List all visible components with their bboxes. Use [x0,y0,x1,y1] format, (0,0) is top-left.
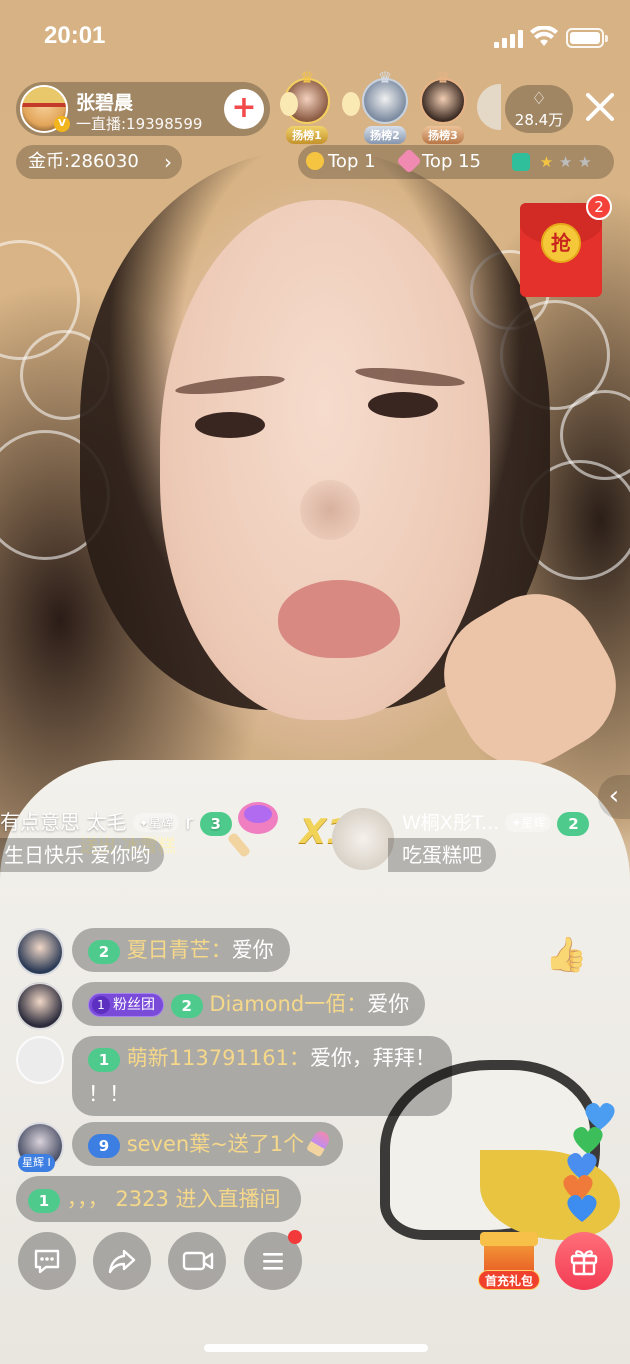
chat-button[interactable] [18,1232,76,1290]
ranking-tags-pill[interactable]: Top 1 Top 15 ★ ★ ★ [298,145,614,179]
star-badge: ✦星辉 [505,813,552,832]
enter-room-notice: 1 ，，， 2323 进入直播间 [16,1176,301,1222]
avatar[interactable] [16,1036,64,1084]
crown-icon: ♛ [299,68,315,87]
chat-bubble: 2 夏日青芒：爱你 [72,928,290,972]
chat-text-line2: ！！ [88,1082,130,1106]
level-badge: 2 [170,994,203,1018]
battery-icon [566,28,608,48]
entering-username[interactable]: ，，， 2323 [67,1187,169,1211]
menu-icon [263,1253,283,1270]
tag-top15[interactable]: Top 15 [396,145,482,179]
fan-club-badge: 1 粉丝团 [88,993,164,1017]
gift-message-right: 吃蛋糕吧 [388,838,496,872]
star-empty-icon: ★ [558,153,573,171]
tag-level-stars[interactable]: ★ ★ ★ [512,145,592,180]
chevron-right-icon: › [164,150,172,174]
chat-bubble: 1 粉丝团 2 Diamond一佰：爱你 [72,982,426,1026]
crown-icon: ♛ [377,68,393,87]
avatar[interactable] [16,928,64,976]
host-id: 一直播:19398599 [76,115,203,133]
verified-badge-icon: V [54,116,70,132]
gift-sender-name: W桐X彤T... [402,812,500,834]
wifi-icon [530,26,558,46]
plus-icon: + [231,90,257,125]
thumbs-up-icon: 👍 [545,935,588,975]
gift-message-left: 生日快乐 爱你哟 [0,838,165,872]
like-animation [560,1100,620,1222]
gift-icon [570,1250,598,1276]
heat-value: 28.4万 [514,111,564,129]
red-packet-count: 2 [586,194,612,220]
status-time: 20:01 [44,22,106,49]
heart-icon [567,1194,597,1222]
follow-button[interactable]: + [224,89,264,129]
gift-sender-name: 有点意思 太毛 [0,810,127,834]
star-badge: ✦星辉 [132,813,179,832]
chat-bubble: 1 萌新113791161：爱你，拜拜！ ！！ [72,1036,452,1116]
chat-username[interactable]: 夏日青芒 [127,938,211,962]
chat-username[interactable]: 萌新113791161 [127,1046,289,1070]
tag-top15-label: Top 15 [422,151,482,172]
rank-1-avatar[interactable]: ♛ 扬榜1 [280,68,360,144]
tag-top1-label: Top 1 [328,151,376,172]
rank-1-label: 扬榜1 [286,126,328,144]
rank-2-label: 扬榜2 [364,126,406,144]
avatar[interactable] [16,982,64,1030]
level-badge: 9 [88,1134,120,1158]
chat-bubble: 9 seven葉~送了1个 [72,1122,343,1166]
flame-icon: ♢ [531,89,547,109]
chat-text: 爱你，拜拜！ [309,1046,436,1070]
camera-icon [182,1251,214,1271]
chat-text: 爱你 [367,992,410,1016]
cellular-signal-icon [494,30,524,48]
home-indicator[interactable] [204,1344,428,1352]
level-badge: 2 [88,940,120,964]
ice-cream-gift-icon [228,802,278,857]
popsicle-icon [305,1128,332,1158]
rank-3-avatar[interactable]: ♛ 扬榜3 [420,68,466,144]
crown-icon: ♛ [435,68,451,87]
level-badge: 1 [88,1048,120,1072]
first-recharge-gift-button[interactable]: 首充礼包 [478,1230,540,1292]
gem-icon [512,153,530,171]
status-bar: 20:01 [0,0,630,78]
star-filled-icon: ★ [539,153,554,171]
chat-username[interactable]: seven葉~送了1个 [127,1132,304,1156]
clock-icon [306,152,324,170]
red-packet-button[interactable]: 抢 2 [520,194,612,297]
level-badge: 2 [557,812,590,836]
coin-balance[interactable]: 金币:286030 › [16,145,182,179]
gift-banner-right: W桐X彤T... ✦星辉 2 吃蛋糕吧 [332,806,630,872]
host-name: 张碧晨 [76,92,134,114]
share-icon [108,1249,136,1274]
share-button[interactable] [93,1232,151,1290]
star-empty-icon: ★ [578,153,592,171]
camera-button[interactable] [168,1232,226,1290]
chat-text: 爱你 [231,938,274,962]
cat-avatar[interactable] [332,808,394,870]
red-packet-label: 抢 [541,223,581,263]
chat-username[interactable]: Diamond一佰 [209,992,346,1016]
rank-2-avatar[interactable]: ♛ 扬榜2 [362,68,408,144]
enter-action: 进入直播间 [175,1187,281,1211]
host-info-pill[interactable]: V 张碧晨 一直播:19398599 + [16,82,270,136]
close-button[interactable] [583,90,617,124]
gift-button[interactable] [555,1232,613,1290]
first-recharge-label: 首充礼包 [478,1270,540,1290]
chat-icon [34,1249,60,1274]
popsicle-icon [396,148,422,174]
rank-3-label: 扬榜3 [422,126,464,144]
coin-label: 金币:286030 [28,151,139,172]
tag-top1[interactable]: Top 1 [306,145,376,179]
level-badge: 1 [28,1189,60,1213]
more-menu-button[interactable] [244,1230,302,1290]
star-badge: 星辉 I [18,1154,55,1172]
heat-counter[interactable]: ♢ 28.4万 [505,85,573,133]
notification-dot [288,1230,302,1244]
